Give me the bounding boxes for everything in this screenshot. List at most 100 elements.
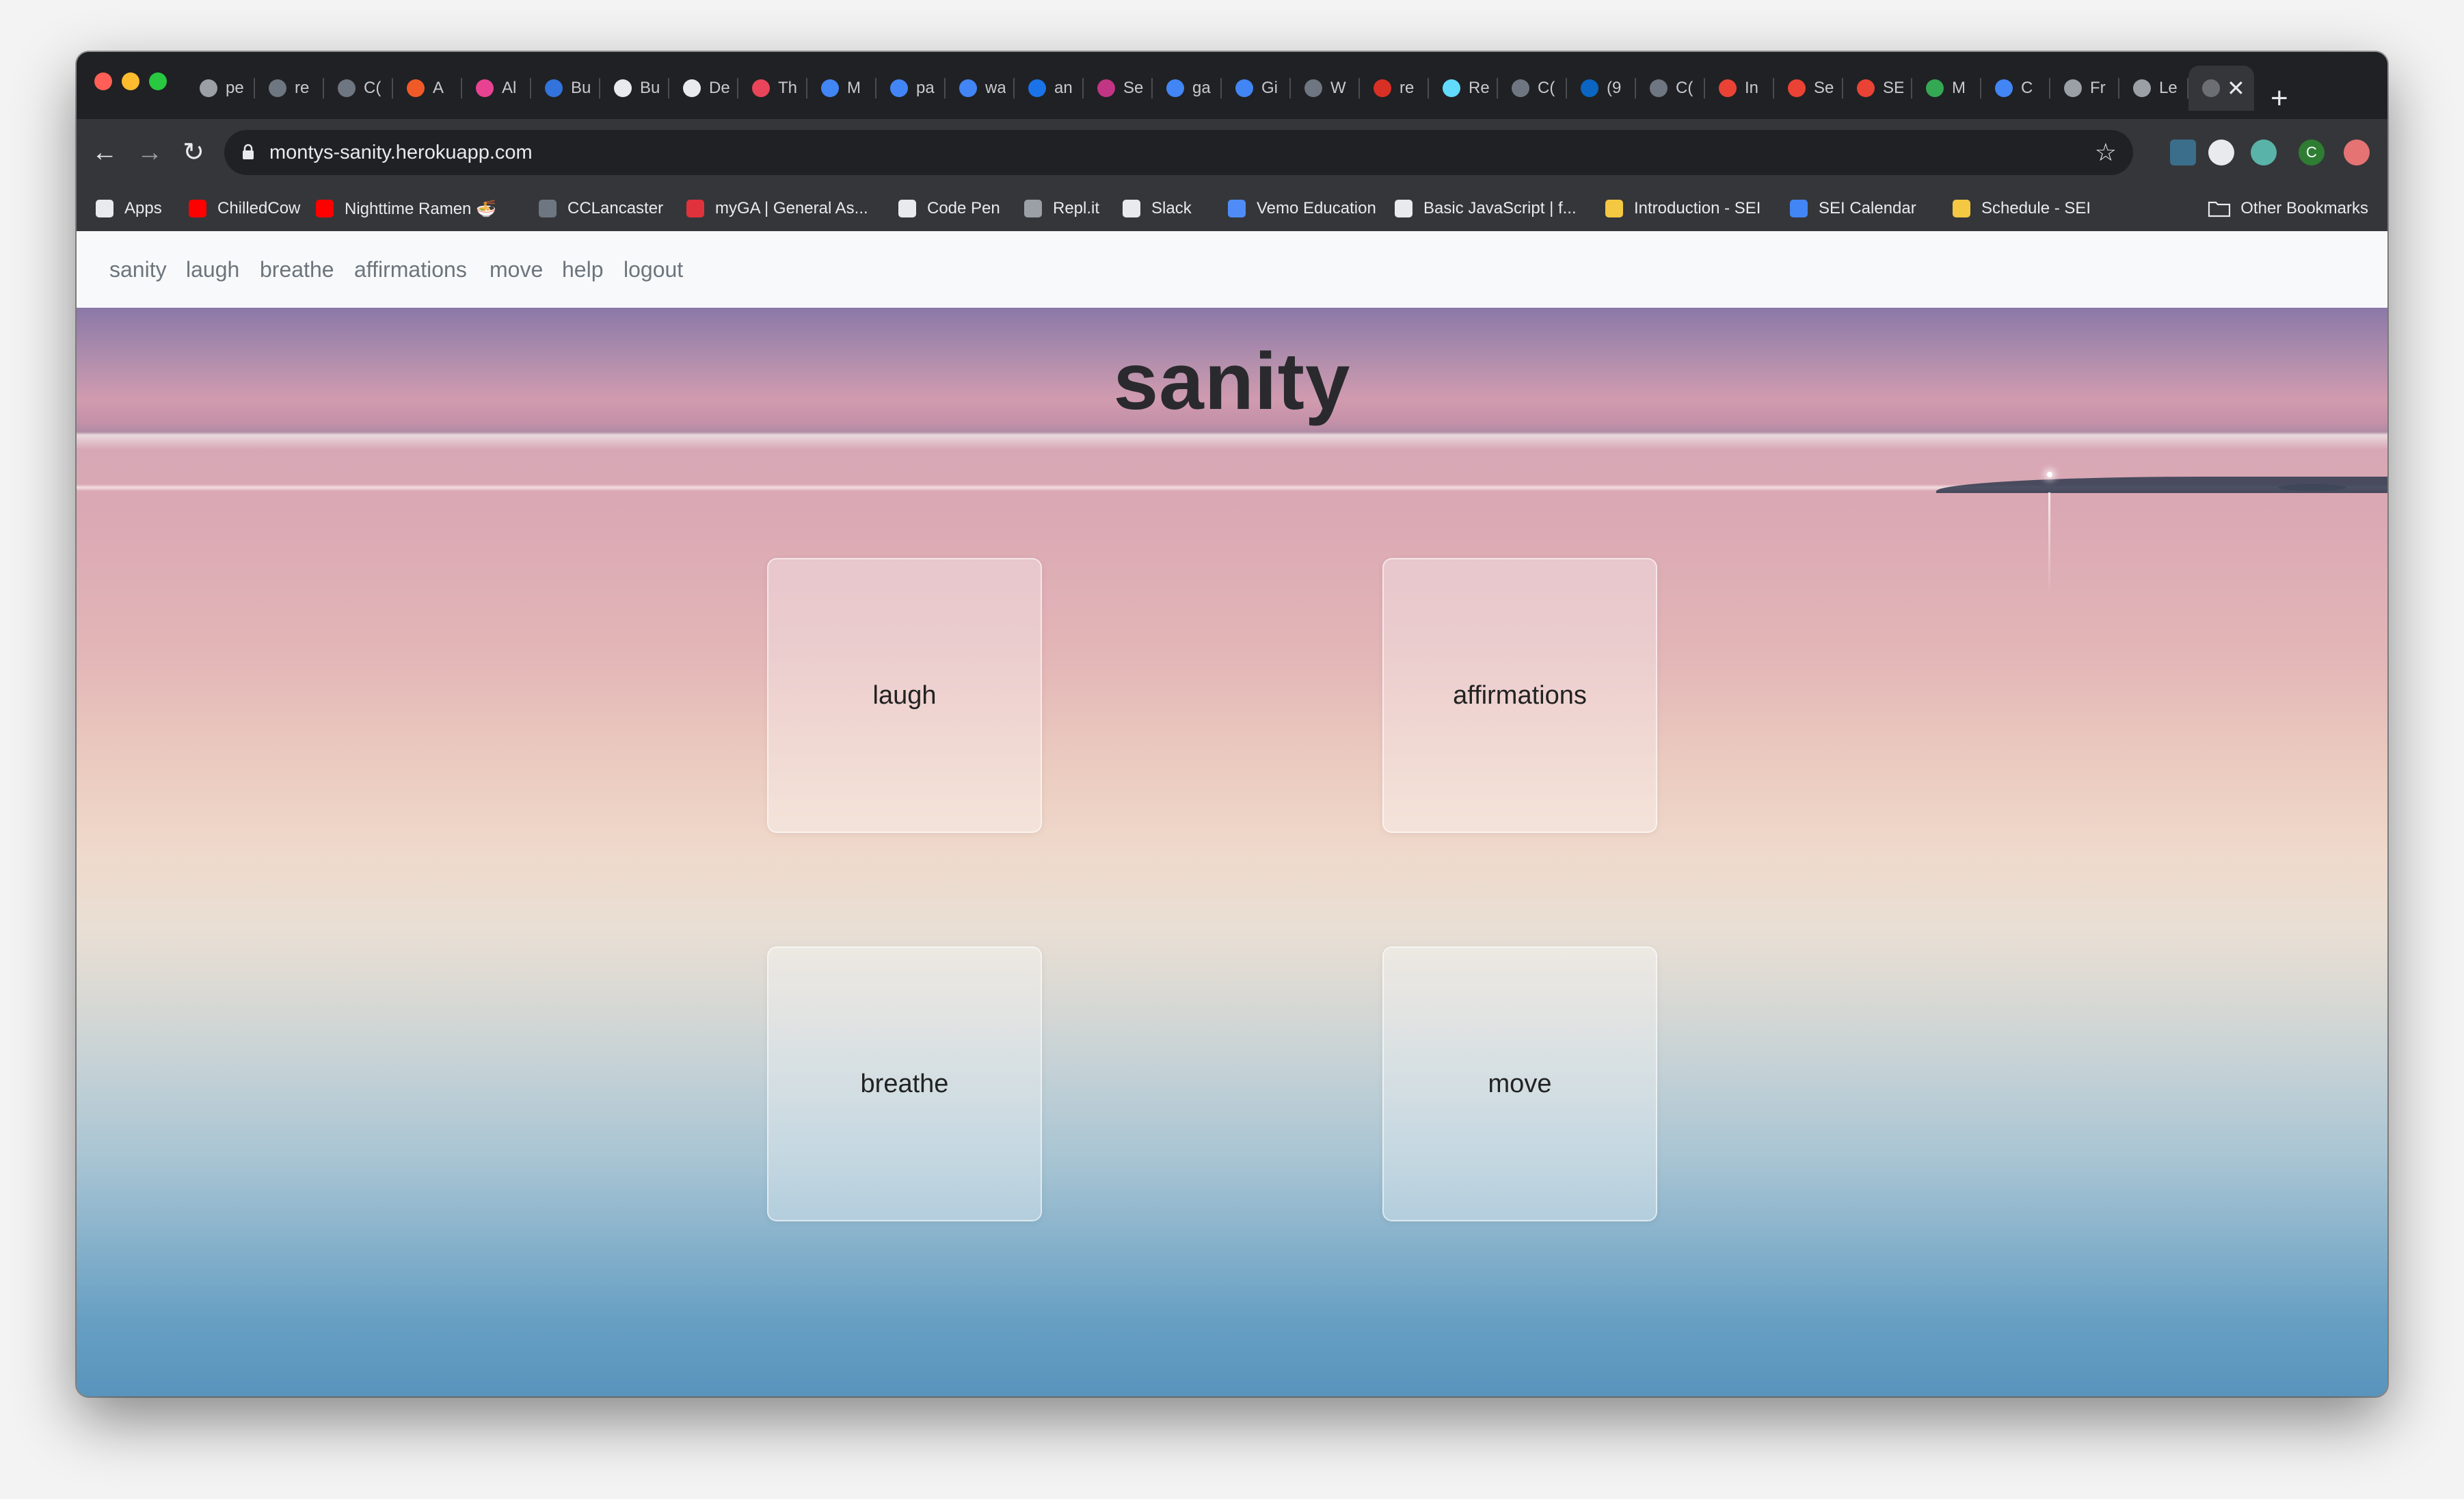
calendar-icon: [1790, 200, 1808, 217]
close-window-button[interactable]: [94, 72, 112, 90]
light-reflection: [2048, 492, 2050, 595]
bookmark-item[interactable]: Code Pen: [898, 186, 1000, 231]
globe-icon: [2202, 79, 2220, 97]
browser-tab[interactable]: Bu: [531, 66, 600, 111]
forward-button[interactable]: →: [134, 137, 165, 168]
bookmark-item[interactable]: Apps: [96, 186, 162, 231]
bookmark-item[interactable]: Slack: [1123, 186, 1192, 231]
browser-tab[interactable]: Se: [1774, 66, 1843, 111]
browser-tab[interactable]: an: [1015, 66, 1084, 111]
nav-link-help[interactable]: help: [562, 231, 604, 308]
nav-link-breathe[interactable]: breathe: [260, 231, 334, 308]
minimize-window-button[interactable]: [122, 72, 139, 90]
bookmark-item[interactable]: Introduction - SEI: [1605, 186, 1760, 231]
bookmark-label: Schedule - SEI: [1981, 199, 2091, 217]
bookmark-item[interactable]: Vemo Education: [1228, 186, 1376, 231]
bookmark-label: Apps: [124, 199, 162, 217]
browser-tab[interactable]: Al: [462, 66, 531, 111]
tab-title: re: [295, 79, 310, 97]
bookmark-item[interactable]: CCLancaster: [539, 186, 663, 231]
browser-tab[interactable]: A: [393, 66, 462, 111]
browser-tab[interactable]: Fr: [2050, 66, 2119, 111]
active-browser-tab[interactable]: ✕: [2188, 66, 2254, 111]
browser-tab[interactable]: Gi: [1222, 66, 1291, 111]
address-bar[interactable]: montys-sanity.herokuapp.com ☆: [224, 130, 2133, 175]
bookmark-label: Code Pen: [927, 199, 1000, 217]
globe-icon: [2133, 79, 2151, 97]
browser-tab[interactable]: re: [1360, 66, 1429, 111]
browser-tab[interactable]: C(: [1498, 66, 1567, 111]
browser-tab[interactable]: Bu: [600, 66, 669, 111]
browser-tab[interactable]: W: [1291, 66, 1360, 111]
tab-title: (9: [1607, 79, 1622, 97]
bookmark-item[interactable]: Schedule - SEI: [1953, 186, 2091, 231]
nav-link-logout[interactable]: logout: [624, 231, 683, 308]
extension-globe-icon[interactable]: [2208, 140, 2234, 165]
bookmark-item[interactable]: Nighttime Ramen 🍜: [316, 186, 496, 231]
globe-icon: [2064, 79, 2082, 97]
hero-background: sanity laugh affirmations breathe move: [77, 308, 2387, 1396]
gmail-icon: [1719, 79, 1737, 97]
bookmark-item[interactable]: Basic JavaScript | f...: [1395, 186, 1577, 231]
browser-tab[interactable]: De: [669, 66, 738, 111]
reload-button[interactable]: ↻: [178, 137, 209, 168]
docs-icon: [1995, 79, 2013, 97]
browser-tab[interactable]: C(: [1636, 66, 1705, 111]
square-icon: [1374, 79, 1391, 97]
doc-icon: [683, 79, 701, 97]
card-laugh[interactable]: laugh: [767, 558, 1042, 833]
profile-avatar[interactable]: C: [2299, 140, 2325, 165]
bookmark-item[interactable]: ChilledCow: [189, 186, 300, 231]
bookmark-label: Nighttime Ramen 🍜: [345, 199, 496, 218]
tab-title: Le: [2159, 79, 2178, 97]
card-affirmations[interactable]: affirmations: [1382, 558, 1657, 833]
browser-tab[interactable]: Th: [738, 66, 807, 111]
google-icon: [821, 79, 839, 97]
update-icon[interactable]: [2344, 140, 2370, 165]
browser-tab[interactable]: C: [1981, 66, 2050, 111]
browser-tab[interactable]: (9: [1567, 66, 1636, 111]
tab-title: Fr: [2090, 79, 2106, 97]
asterisk-icon: [407, 79, 425, 97]
card-move[interactable]: move: [1382, 946, 1657, 1221]
browser-tab[interactable]: ga: [1153, 66, 1222, 111]
browser-tab[interactable]: In: [1705, 66, 1774, 111]
extension-icon[interactable]: [2170, 140, 2196, 165]
browser-tab[interactable]: Re: [1429, 66, 1498, 111]
close-tab-icon[interactable]: ✕: [2227, 75, 2245, 101]
browser-tab[interactable]: C(: [324, 66, 393, 111]
google-icon: [890, 79, 908, 97]
browser-tab[interactable]: pe: [186, 66, 255, 111]
browser-tab[interactable]: M: [1912, 66, 1981, 111]
new-tab-button[interactable]: +: [2271, 78, 2288, 119]
browser-tab[interactable]: Se: [1084, 66, 1153, 111]
nav-link-move[interactable]: move: [490, 231, 543, 308]
bookmark-label: myGA | General As...: [715, 199, 868, 217]
nav-link-laugh[interactable]: laugh: [186, 231, 239, 308]
bookmark-item[interactable]: Repl.it: [1024, 186, 1099, 231]
extension-m-icon[interactable]: [2251, 140, 2277, 165]
bookmark-item[interactable]: myGA | General As...: [686, 186, 868, 231]
youtube-icon: [316, 200, 334, 217]
tab-list: pe re C(A Al Bu Bu De Th Mpa wa an Se ga Gi Wre Re C((9 C…: [186, 66, 2387, 115]
nav-link-affirmations[interactable]: affirmations: [354, 231, 467, 308]
nav-link-sanity[interactable]: sanity: [109, 231, 167, 308]
page-title: sanity: [1113, 336, 1351, 427]
back-button[interactable]: ←: [89, 137, 120, 168]
github-icon: [1512, 79, 1529, 97]
browser-tab[interactable]: re: [255, 66, 324, 111]
bookmark-star-icon[interactable]: ☆: [2095, 130, 2117, 175]
browser-tab[interactable]: M: [807, 66, 876, 111]
zoom-window-button[interactable]: [149, 72, 167, 90]
card-breathe[interactable]: breathe: [767, 946, 1042, 1221]
bookmark-item[interactable]: SEI Calendar: [1790, 186, 1916, 231]
doc-icon: [614, 79, 632, 97]
tab-title: Bu: [571, 79, 591, 97]
browser-tab[interactable]: pa: [876, 66, 946, 111]
browser-tab[interactable]: wa: [946, 66, 1015, 111]
lighthouse-light: [2047, 472, 2052, 477]
browser-tab[interactable]: SE: [1843, 66, 1912, 111]
tab-title: C(: [1538, 79, 1555, 97]
browser-tab[interactable]: Le: [2119, 66, 2188, 111]
other-bookmarks-folder[interactable]: Other Bookmarks: [2208, 186, 2368, 231]
